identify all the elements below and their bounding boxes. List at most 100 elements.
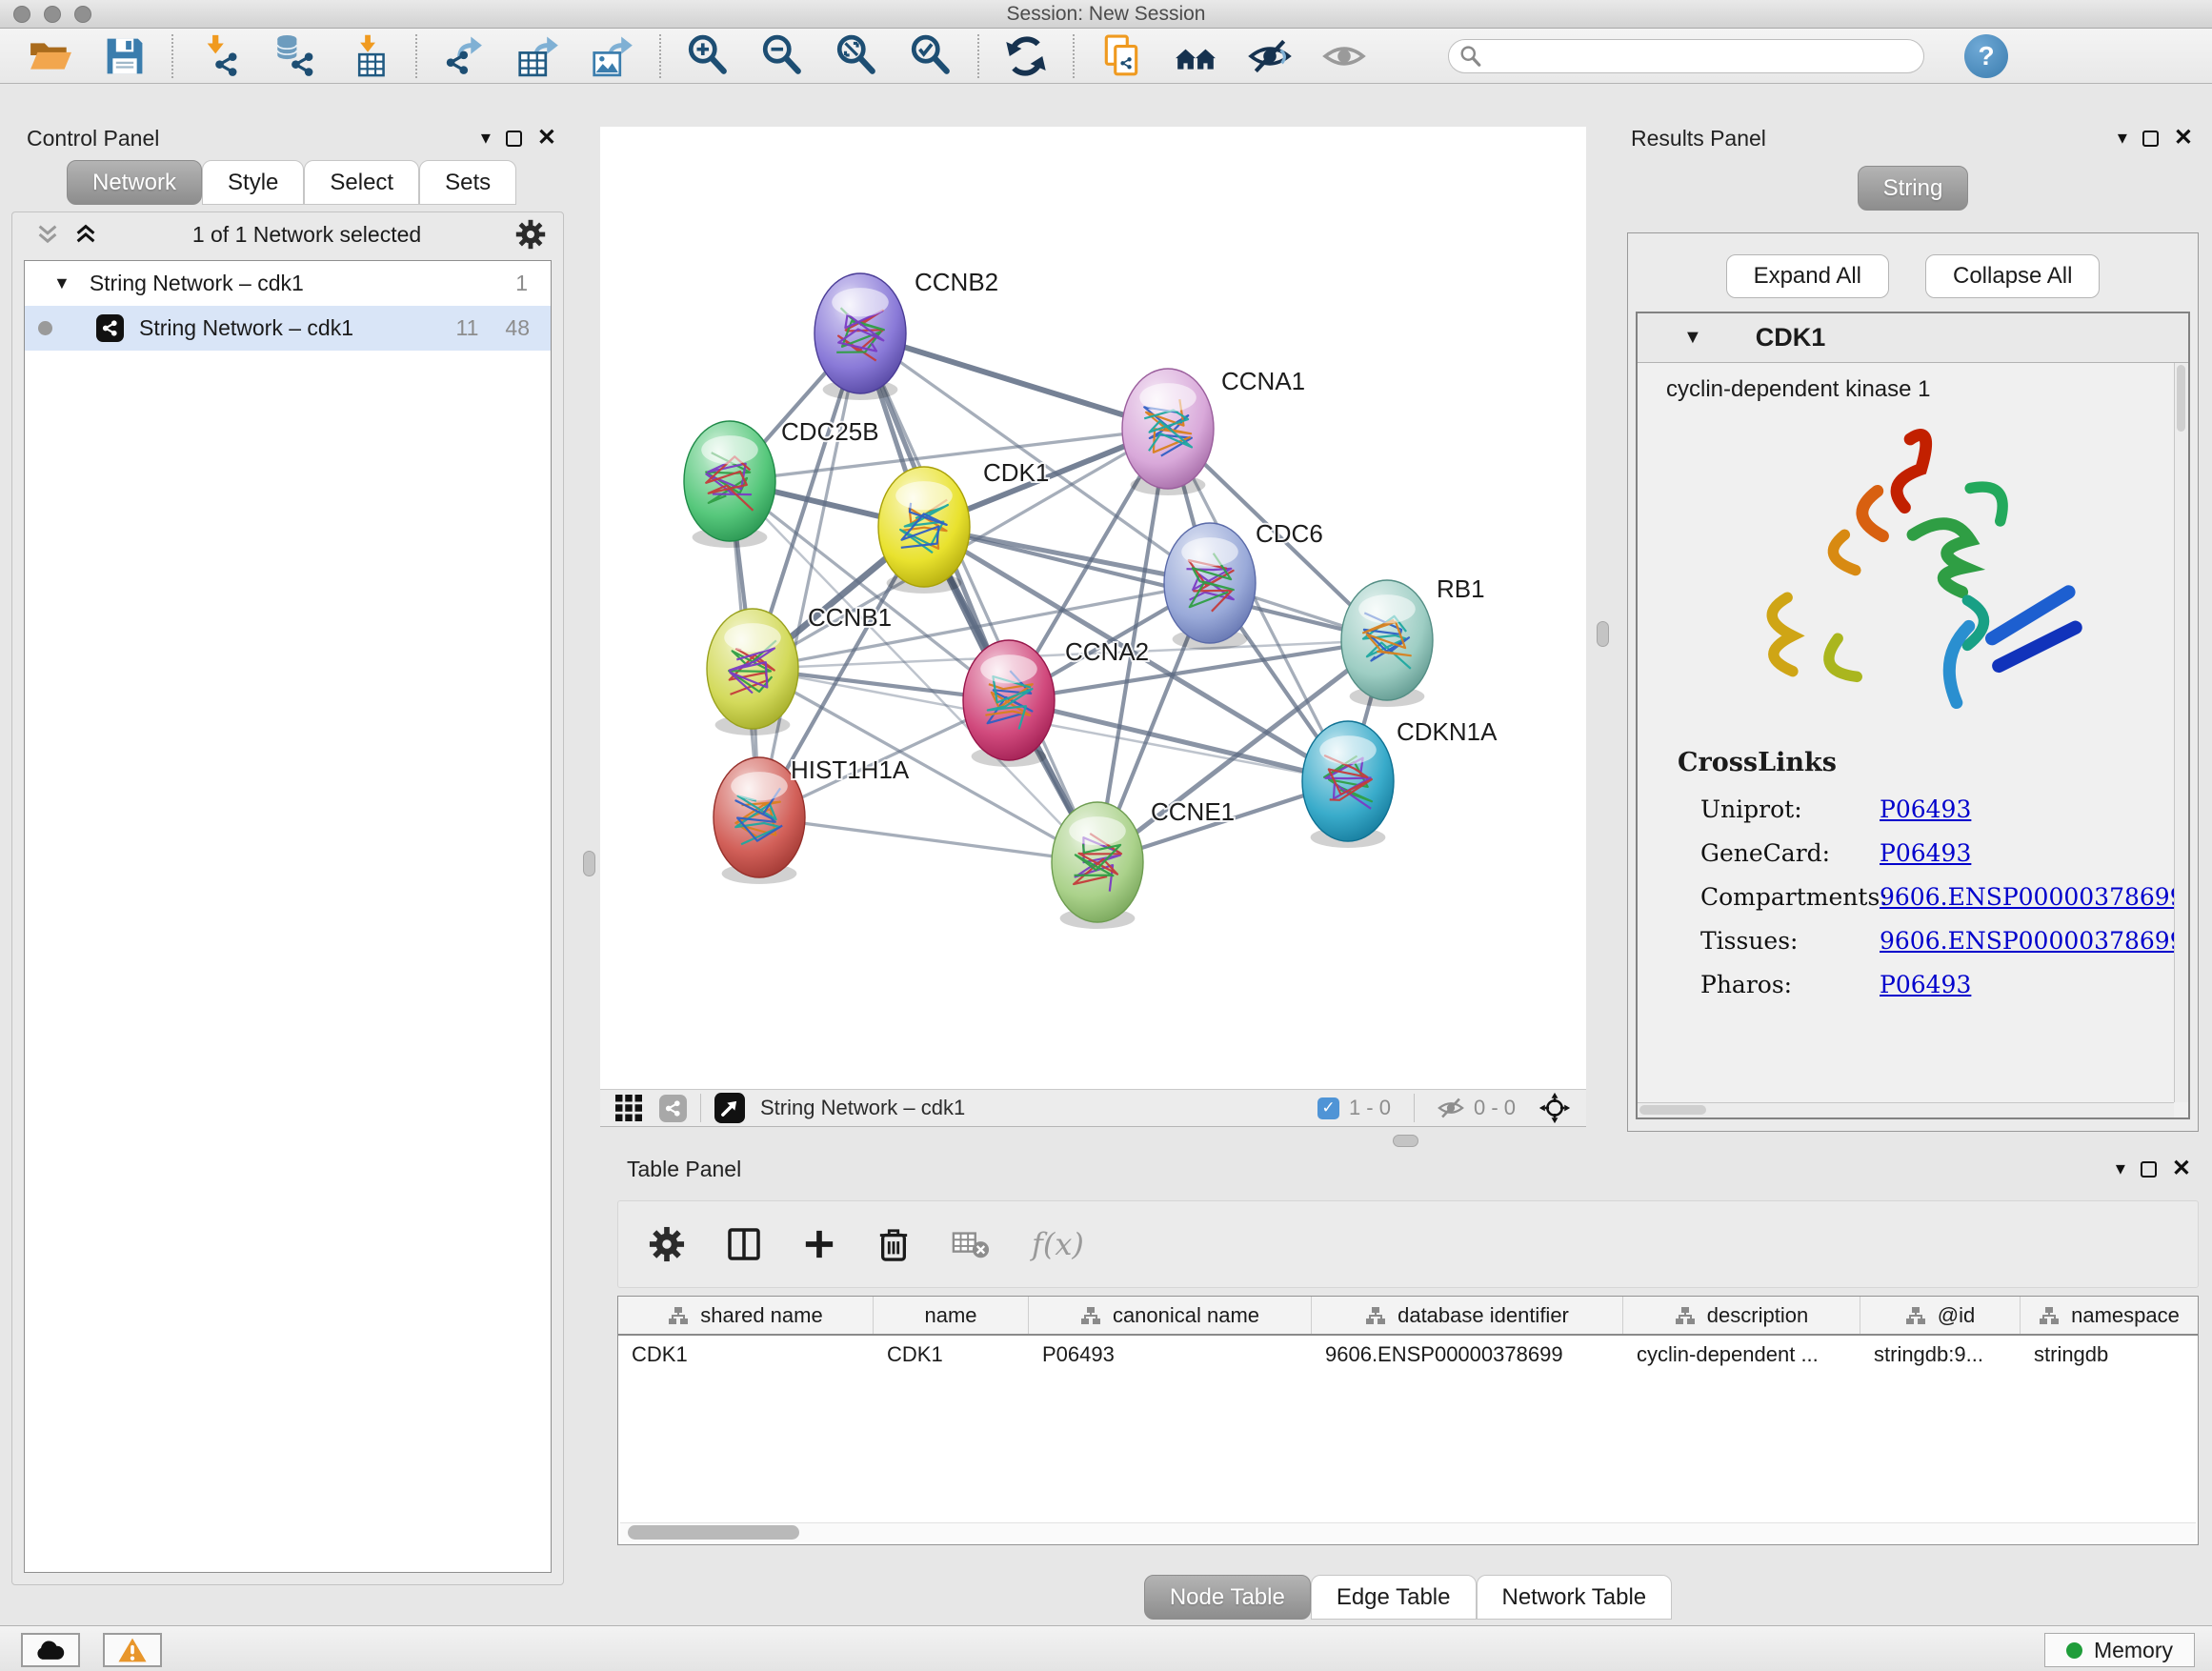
- network-row-selected[interactable]: String Network – cdk1 11 48: [25, 306, 551, 351]
- float-panel-icon[interactable]: [2142, 131, 2159, 147]
- crosslink-link[interactable]: 9606.ENSP00000378699: [1880, 883, 2185, 911]
- column-header[interactable]: shared name: [618, 1297, 874, 1334]
- close-window-button[interactable]: [13, 6, 30, 23]
- import-network-button[interactable]: [183, 32, 257, 80]
- column-header[interactable]: canonical name: [1029, 1297, 1312, 1334]
- expand-all-button[interactable]: Expand All: [1726, 254, 1889, 298]
- tab-node-table[interactable]: Node Table: [1144, 1575, 1311, 1620]
- import-network-database-button[interactable]: [257, 32, 332, 80]
- crosshair-icon[interactable]: [1538, 1092, 1571, 1124]
- zoom-window-button[interactable]: [74, 6, 91, 23]
- duplicate-network-button[interactable]: [1084, 32, 1158, 80]
- float-panel-icon[interactable]: [2141, 1161, 2157, 1178]
- minimize-window-button[interactable]: [44, 6, 61, 23]
- tab-edge-table[interactable]: Edge Table: [1311, 1575, 1477, 1620]
- zoom-selected-button[interactable]: [894, 32, 968, 80]
- home-button[interactable]: [1158, 32, 1233, 80]
- close-panel-icon[interactable]: ✕: [2174, 127, 2193, 150]
- network-node-CCNA2[interactable]: CCNA2: [963, 637, 1149, 767]
- horizontal-splitter-handle[interactable]: [1393, 1135, 1418, 1147]
- column-header[interactable]: @id: [1860, 1297, 2021, 1334]
- column-header[interactable]: name: [874, 1297, 1029, 1334]
- delete-table-icon[interactable]: [952, 1229, 990, 1259]
- zoom-out-button[interactable]: [745, 32, 819, 80]
- collapse-triangle-icon[interactable]: ▼: [1683, 327, 1702, 349]
- network-node-CCNA1[interactable]: CCNA1: [1122, 367, 1305, 495]
- collapse-all-icon[interactable]: [35, 223, 60, 246]
- right-splitter-handle[interactable]: [1597, 621, 1609, 647]
- refresh-button[interactable]: [989, 32, 1063, 80]
- network-canvas[interactable]: CCNB2CCNA1CDC25BCDK1CDC6RB1CCNB1CCNA2CDK…: [600, 127, 1586, 1089]
- table-gear-icon[interactable]: [649, 1226, 685, 1262]
- show-glass-button[interactable]: [1307, 32, 1381, 80]
- panel-menu-icon[interactable]: ▾: [2116, 1159, 2125, 1178]
- network-node-CDK1[interactable]: CDK1: [878, 458, 1049, 594]
- expand-triangle-icon[interactable]: ▼: [53, 273, 70, 293]
- expand-up-icon[interactable]: [73, 223, 98, 246]
- tab-string[interactable]: String: [1858, 166, 1969, 211]
- results-vertical-scrollbar[interactable]: [2174, 363, 2188, 1102]
- function-builder-icon[interactable]: f(x): [1032, 1226, 1084, 1262]
- network-node-HIST1H1A[interactable]: HIST1H1A: [714, 755, 910, 884]
- import-table-button[interactable]: [332, 32, 406, 80]
- grid-view-icon[interactable]: [615, 1095, 642, 1121]
- column-header[interactable]: description: [1623, 1297, 1860, 1334]
- navigator-icon[interactable]: [714, 1093, 745, 1123]
- results-horizontal-scrollbar[interactable]: [1638, 1102, 2174, 1117]
- tab-network[interactable]: Network: [67, 160, 202, 205]
- network-graph[interactable]: CCNB2CCNA1CDC25BCDK1CDC6RB1CCNB1CCNA2CDK…: [600, 127, 1586, 1089]
- hidden-eye-icon[interactable]: [1438, 1097, 1464, 1119]
- delete-column-icon[interactable]: [877, 1226, 910, 1262]
- search-input[interactable]: [1448, 39, 1924, 73]
- export-network-button[interactable]: [427, 32, 501, 80]
- open-session-button[interactable]: [13, 32, 88, 80]
- crosslink-link[interactable]: P06493: [1880, 839, 1971, 867]
- hide-glass-button[interactable]: [1233, 32, 1307, 80]
- network-node-RB1[interactable]: RB1: [1341, 574, 1485, 707]
- memory-button[interactable]: Memory: [2044, 1633, 2195, 1667]
- table-row[interactable]: CDK1 CDK1 P06493 9606.ENSP00000378699 cy…: [618, 1336, 2198, 1374]
- crosslink-link[interactable]: P06493: [1880, 971, 1971, 998]
- network-node-CCNE1[interactable]: CCNE1: [1052, 797, 1235, 929]
- gear-icon[interactable]: [515, 219, 546, 250]
- help-button[interactable]: ?: [1964, 34, 2008, 78]
- network-node-CDKN1A[interactable]: CDKN1A: [1302, 717, 1498, 848]
- panel-menu-icon[interactable]: ▾: [481, 129, 491, 148]
- selected-checkbox[interactable]: ✓: [1317, 1097, 1339, 1119]
- control-panel: Control Panel ▾ ✕ Network Style Select S…: [6, 124, 570, 1589]
- column-header[interactable]: database identifier: [1312, 1297, 1623, 1334]
- add-column-icon[interactable]: [803, 1228, 835, 1260]
- panel-menu-icon[interactable]: ▾: [2118, 129, 2127, 148]
- tab-style[interactable]: Style: [202, 160, 304, 205]
- node-table[interactable]: shared name name canonical name database…: [617, 1296, 2199, 1545]
- node-label-CCNE1: CCNE1: [1151, 797, 1235, 826]
- float-panel-icon[interactable]: [506, 131, 522, 147]
- left-splitter-handle[interactable]: [583, 851, 595, 876]
- crosslink-link[interactable]: P06493: [1880, 795, 1971, 823]
- warnings-button[interactable]: [103, 1633, 162, 1667]
- export-table-button[interactable]: [501, 32, 575, 80]
- zoom-in-button[interactable]: [671, 32, 745, 80]
- split-columns-icon[interactable]: [727, 1227, 761, 1261]
- zoom-fit-button[interactable]: [819, 32, 894, 80]
- tree-icon: [668, 1306, 689, 1325]
- column-header[interactable]: namespace: [2021, 1297, 2198, 1334]
- network-collection-row[interactable]: ▼ String Network – cdk1 1: [25, 261, 551, 306]
- collapse-all-button[interactable]: Collapse All: [1925, 254, 2100, 298]
- close-panel-icon[interactable]: ✕: [2172, 1158, 2191, 1180]
- tab-sets[interactable]: Sets: [419, 160, 516, 205]
- window-traffic-lights[interactable]: [13, 6, 91, 23]
- string-view-icon[interactable]: [659, 1095, 687, 1122]
- crosslink-label: Pharos:: [1700, 971, 1880, 998]
- node-details-header[interactable]: ▼ CDK1: [1638, 313, 2188, 363]
- table-horizontal-scrollbar[interactable]: [620, 1522, 2196, 1542]
- network-node-CCNB2[interactable]: CCNB2: [814, 268, 998, 400]
- export-image-button[interactable]: [575, 32, 650, 80]
- tab-network-table[interactable]: Network Table: [1477, 1575, 1673, 1620]
- crosslink-link[interactable]: 9606.ENSP00000378699: [1880, 927, 2185, 955]
- cloud-button[interactable]: [21, 1633, 80, 1667]
- network-node-CDC25B[interactable]: CDC25B: [684, 417, 879, 548]
- close-panel-icon[interactable]: ✕: [537, 127, 556, 150]
- tab-select[interactable]: Select: [304, 160, 419, 205]
- save-session-button[interactable]: [88, 32, 162, 80]
